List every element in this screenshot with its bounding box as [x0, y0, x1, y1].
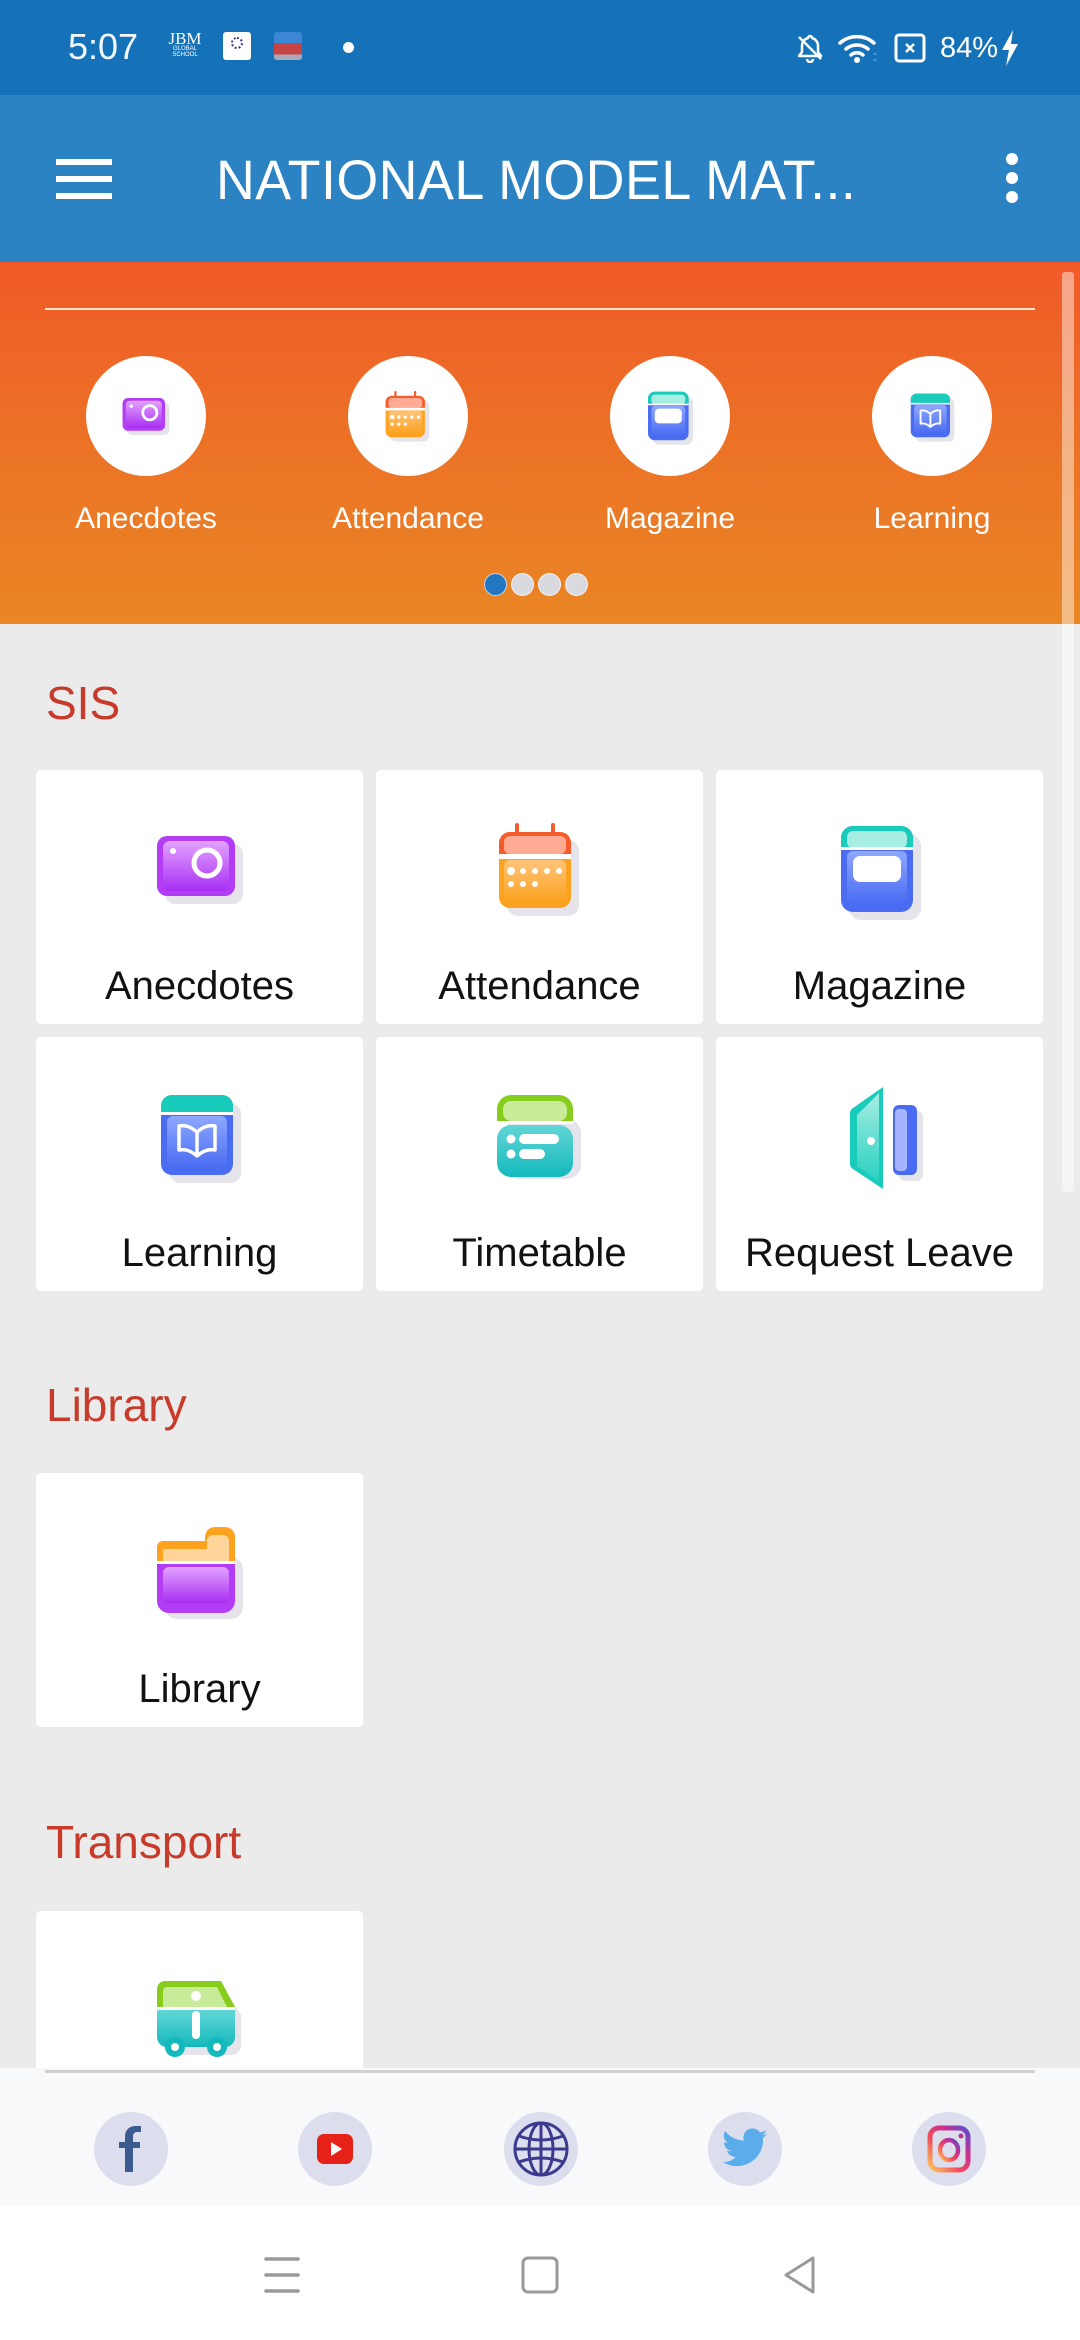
battery-percent: 84% — [939, 31, 998, 64]
home-button[interactable] — [510, 2255, 570, 2295]
card-label: Attendance — [438, 964, 641, 1008]
charging-icon — [1002, 30, 1018, 66]
card-label: Library — [138, 1667, 261, 1711]
card-label: Magazine — [792, 964, 967, 1008]
sis-card-learning[interactable]: Learning — [36, 1037, 363, 1291]
camera-icon — [116, 386, 176, 446]
library-card-library[interactable]: Library — [36, 1473, 363, 1727]
school-building-notification-icon — [274, 32, 302, 60]
hamburger-icon-line — [56, 176, 112, 182]
bell-off-icon — [797, 34, 823, 63]
section-title-transport: Transport — [46, 1816, 242, 1868]
timetable-icon — [485, 1081, 595, 1191]
website-button[interactable] — [504, 2112, 578, 2186]
youtube-icon — [317, 2134, 353, 2164]
card-label: Learning — [121, 1231, 278, 1275]
sis-card-magazine[interactable]: Magazine — [716, 770, 1043, 1024]
banner-icon-circle — [610, 356, 730, 476]
banner-item-label: Attendance — [332, 502, 484, 535]
hamburger-icon-line — [56, 193, 112, 199]
book-icon — [902, 386, 962, 446]
banner-item-attendance[interactable]: Attendance — [308, 356, 508, 536]
facebook-button[interactable] — [94, 2112, 168, 2186]
card-label: Timetable — [452, 1231, 627, 1275]
back-button[interactable] — [770, 2255, 830, 2295]
recents-button[interactable] — [252, 2255, 312, 2295]
page-dot[interactable] — [565, 573, 588, 596]
app-bar: NATIONAL MODEL MAT... — [0, 95, 1080, 262]
instagram-icon — [927, 2125, 971, 2173]
more-vert-icon-dot — [1006, 153, 1018, 165]
status-icons: 84% — [796, 28, 1020, 68]
jbm-school-notification-icon: JBM GLOBAL SCHOOL — [168, 30, 202, 62]
banner-icon-circle — [348, 356, 468, 476]
status-bar: 5:07 JBM GLOBAL SCHOOL 84% — [0, 0, 1080, 95]
system-navigation-bar — [0, 2205, 1080, 2340]
sis-card-timetable[interactable]: Timetable — [376, 1037, 703, 1291]
hamburger-icon-line — [56, 159, 112, 165]
sis-card-attendance[interactable]: Attendance — [376, 770, 703, 1024]
quick-access-carousel[interactable]: Anecdotes Attendance Magazine Learning — [0, 262, 1080, 624]
banner-icon-circle — [872, 356, 992, 476]
page-dot[interactable] — [511, 573, 534, 596]
wifi-icon — [838, 35, 877, 63]
card-label: Request Leave — [744, 1231, 1015, 1275]
twitter-icon — [723, 2128, 767, 2167]
scrollbar[interactable] — [1062, 272, 1074, 1192]
calendar-icon — [378, 386, 438, 446]
carousel-page-indicator — [484, 573, 588, 596]
instagram-button[interactable] — [912, 2112, 986, 2186]
folder-icon — [145, 1517, 255, 1627]
sim-off-icon — [894, 33, 926, 63]
overflow-menu-button[interactable] — [1000, 153, 1026, 203]
hamburger-menu-button[interactable] — [56, 159, 112, 199]
magazine-icon — [639, 385, 701, 447]
camera-icon — [145, 814, 255, 924]
sis-card-anecdotes[interactable]: Anecdotes — [36, 770, 363, 1024]
page-dot-active[interactable] — [484, 573, 507, 596]
more-vert-icon-dot — [1006, 191, 1018, 203]
banner-item-label: Anecdotes — [75, 502, 217, 535]
app-title: NATIONAL MODEL MAT... — [216, 148, 857, 211]
door-icon — [825, 1081, 935, 1191]
banner-item-anecdotes[interactable]: Anecdotes — [46, 356, 246, 536]
globe-icon — [513, 2121, 569, 2177]
social-links-bar — [0, 2068, 1080, 2205]
transport-card[interactable] — [36, 1911, 363, 2081]
home-icon — [521, 2256, 559, 2294]
banner-item-learning[interactable]: Learning — [832, 356, 1032, 536]
status-time: 5:07 — [68, 26, 139, 67]
page-dot[interactable] — [538, 573, 561, 596]
banner-item-magazine[interactable]: Magazine — [570, 356, 770, 536]
more-vert-icon-dot — [1006, 172, 1018, 184]
sis-card-request-leave[interactable]: Request Leave — [716, 1037, 1043, 1291]
banner-icon-circle — [86, 356, 206, 476]
calendar-icon — [485, 814, 595, 924]
youtube-button[interactable] — [298, 2112, 372, 2186]
banner-item-label: Learning — [873, 502, 991, 535]
social-bar-divider — [45, 2070, 1035, 2073]
magazine-icon — [825, 814, 935, 924]
twitter-button[interactable] — [708, 2112, 782, 2186]
book-icon — [145, 1081, 255, 1191]
card-label: Anecdotes — [104, 964, 295, 1008]
banner-divider — [45, 308, 1035, 310]
banner-item-label: Magazine — [604, 502, 736, 535]
section-title-sis: SIS — [46, 677, 121, 729]
facebook-icon — [119, 2126, 141, 2172]
recents-icon — [264, 2257, 300, 2293]
back-icon — [784, 2256, 815, 2294]
section-title-library: Library — [46, 1379, 187, 1431]
ryan-school-notification-icon — [223, 32, 251, 60]
bus-info-icon — [145, 1955, 255, 2065]
more-notifications-dot-icon — [343, 42, 354, 53]
jbm-logo-subtext: GLOBAL SCHOOL — [172, 46, 198, 58]
